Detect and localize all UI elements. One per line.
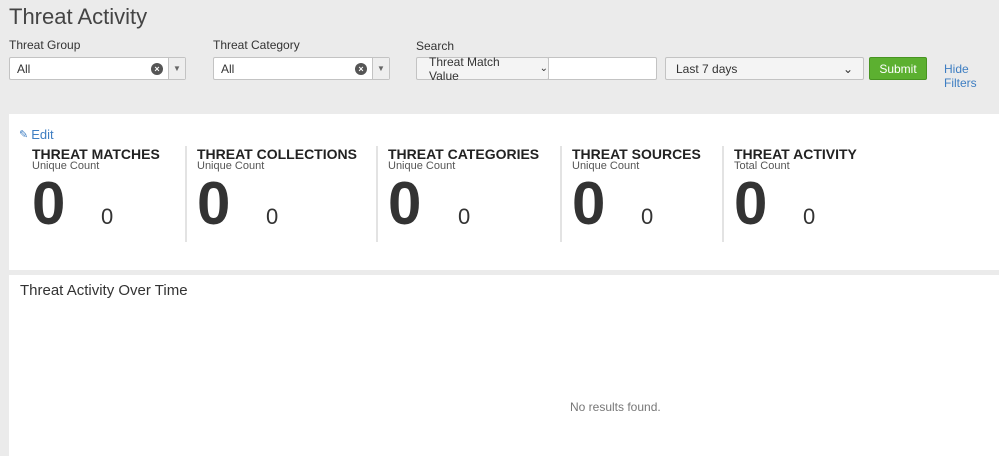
threat-group-select[interactable]: All × ▼	[9, 57, 186, 80]
stat-value: 0	[734, 170, 768, 237]
threat-group-label: Threat Group	[9, 38, 81, 52]
submit-button[interactable]: Submit	[869, 57, 927, 80]
clear-icon[interactable]: ×	[355, 62, 367, 75]
threat-category-select[interactable]: All × ▼	[213, 57, 390, 80]
search-field-dropdown[interactable]: Threat Match Value ⌄	[416, 54, 549, 83]
chevron-down-icon: ⌄	[539, 63, 548, 74]
search-label: Search	[416, 39, 455, 53]
threat-category-label: Threat Category	[213, 38, 300, 52]
clear-icon[interactable]: ×	[151, 62, 163, 75]
stat-threat-activity: THREAT ACTIVITY Total Count 0 0	[722, 146, 892, 242]
stat-delta: 0	[101, 204, 114, 229]
stat-delta: 0	[641, 204, 654, 229]
pencil-icon: ✎	[19, 129, 29, 141]
stat-delta: 0	[803, 204, 816, 229]
edit-label: Edit	[31, 127, 54, 142]
stat-value: 0	[572, 170, 606, 237]
edit-link[interactable]: ✎ Edit	[19, 127, 54, 142]
stat-threat-categories: THREAT CATEGORIES Unique Count 0 0	[376, 146, 560, 242]
stat-value: 0	[388, 170, 422, 237]
caret-down-icon[interactable]: ▼	[168, 58, 185, 79]
search-field-value: Threat Match Value	[429, 54, 500, 83]
search-input[interactable]	[548, 57, 657, 80]
chart-panel	[9, 275, 999, 456]
stat-value: 0	[32, 170, 66, 237]
caret-down-icon[interactable]: ▼	[372, 58, 389, 79]
stat-threat-sources: THREAT SOURCES Unique Count 0 0	[560, 146, 722, 242]
chart-title: Threat Activity Over Time	[20, 282, 188, 299]
stat-delta: 0	[266, 204, 279, 229]
stat-threat-matches: THREAT MATCHES Unique Count 0 0	[22, 146, 185, 242]
stat-threat-collections: THREAT COLLECTIONS Unique Count 0 0	[185, 146, 376, 242]
time-range-dropdown[interactable]: Last 7 days ⌄	[665, 57, 864, 80]
time-range-value: Last 7 days	[676, 61, 738, 76]
stat-delta: 0	[458, 204, 471, 229]
chevron-down-icon: ⌄	[842, 61, 853, 76]
stat-value: 0	[197, 170, 231, 237]
threat-category-value: All	[221, 61, 235, 76]
hide-filters-link[interactable]: Hide Filters	[944, 62, 999, 90]
threat-group-value: All	[17, 61, 31, 76]
page-title: Threat Activity	[9, 4, 148, 29]
no-results-message: No results found.	[570, 400, 661, 414]
